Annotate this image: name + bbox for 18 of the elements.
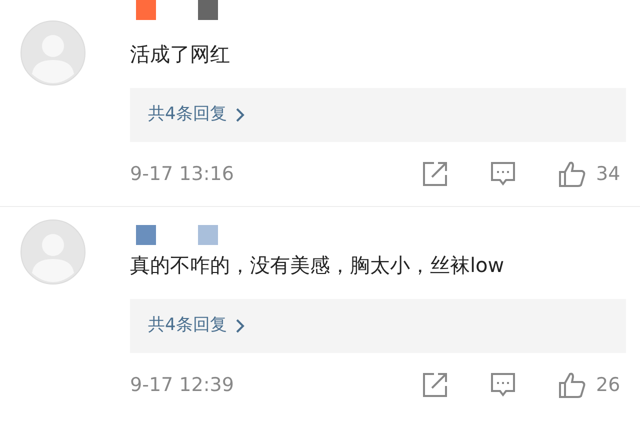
comment-icon[interactable]	[490, 161, 516, 187]
replies-link[interactable]: 共4条回复	[130, 299, 626, 353]
chevron-right-icon	[234, 318, 245, 334]
chevron-right-icon	[234, 107, 245, 123]
thumbs-up-icon[interactable]	[558, 160, 586, 188]
like-count: 34	[596, 162, 622, 187]
comment-text: 真的不咋的，没有美感，胸太小，丝袜low	[130, 252, 506, 279]
comment-time: 9-17 13:16	[130, 162, 235, 187]
comment-icon[interactable]	[490, 372, 516, 398]
replies-link[interactable]: 共4条回复	[130, 88, 626, 142]
avatar-icon	[20, 20, 86, 86]
share-icon[interactable]	[422, 161, 448, 187]
avatar-icon	[20, 219, 86, 285]
comment-text: 活成了网红	[130, 41, 231, 68]
share-icon[interactable]	[422, 372, 448, 398]
like-count: 26	[596, 372, 622, 398]
comment-time: 9-17 12:39	[130, 372, 235, 398]
thumbs-up-icon[interactable]	[558, 371, 586, 399]
